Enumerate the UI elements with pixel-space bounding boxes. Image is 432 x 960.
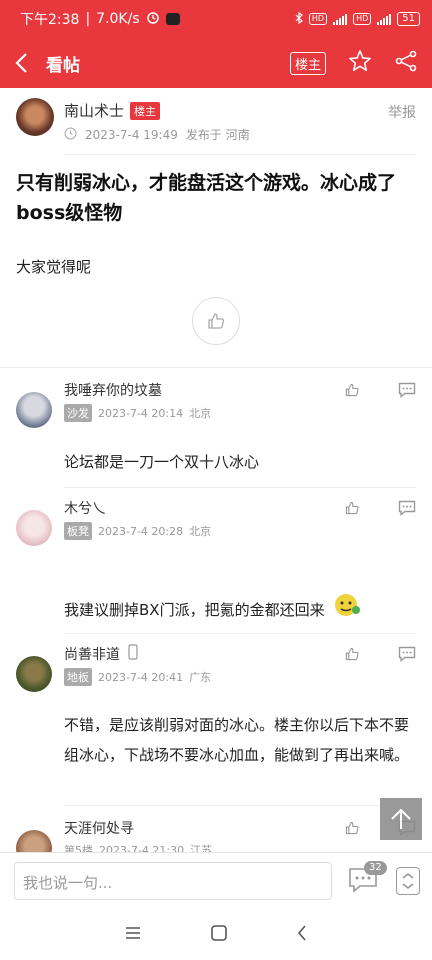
floor-badge: 第5楼 — [64, 844, 93, 852]
thumbs-up-icon[interactable] — [344, 646, 360, 666]
app-notification-icon — [165, 13, 180, 25]
post-body: 大家觉得呢 — [16, 258, 92, 276]
nav-bar: 看帖 楼主 — [0, 38, 432, 88]
emoji-sticker-icon — [333, 592, 361, 627]
alarm-icon — [146, 10, 160, 28]
star-icon[interactable] — [348, 49, 372, 77]
post-location: 发布于 河南 — [185, 128, 250, 142]
comment-bar: 我也说一句... 32 — [0, 852, 432, 910]
reply-date: 2023-7-4 21:30 — [99, 843, 185, 853]
status-bar: 下午2:38 | 7.0K/s HD HD 51 — [0, 0, 432, 38]
floor-badge: 地板 — [64, 668, 92, 686]
post-date: 2023-7-4 19:49 — [85, 127, 178, 142]
reply-username[interactable]: 我唾弃你的坟墓 — [64, 380, 162, 400]
like-button[interactable] — [192, 297, 240, 345]
only-author-button[interactable]: 楼主 — [289, 51, 326, 75]
scroll-to-top-button[interactable] — [380, 798, 422, 840]
list-item: 我唾弃你的坟墓 沙发 2023-7-4 20:14 北京 论坛都是一刀一个双十八… — [0, 368, 432, 488]
thumbs-up-icon[interactable] — [344, 820, 360, 840]
list-item: 天涯何处寻 第5楼 2023-7-4 21:30 江苏 — [0, 806, 432, 852]
signal-icon-2 — [377, 13, 392, 25]
page-title: 看帖 — [46, 55, 80, 76]
expand-icon[interactable] — [396, 867, 420, 895]
avatar[interactable] — [16, 392, 52, 428]
signal-icon-1 — [333, 13, 348, 25]
reply-location: 江苏 — [190, 844, 213, 852]
reply-date: 2023-7-4 20:41 — [98, 670, 184, 684]
avatar[interactable] — [16, 98, 54, 136]
arrow-up-icon — [391, 808, 411, 829]
reply-location: 广东 — [189, 671, 212, 684]
author-tag: 楼主 — [130, 101, 161, 120]
comment-icon[interactable] — [398, 500, 416, 520]
list-item: 尚善非道 地板 2023-7-4 20:41 广东 不错，是应该削弱对面的冰心。… — [0, 634, 432, 806]
comment-icon[interactable] — [398, 646, 416, 666]
reply-location: 北京 — [189, 525, 212, 538]
reply-date: 2023-7-4 20:28 — [98, 524, 184, 538]
phone-icon — [128, 644, 138, 664]
thumbs-up-icon[interactable] — [344, 382, 360, 402]
floor-badge: 沙发 — [64, 404, 92, 422]
reply-date: 2023-7-4 20:14 — [98, 406, 184, 420]
hd-icon-2: HD — [353, 13, 372, 25]
thumbs-up-icon[interactable] — [344, 500, 360, 520]
author-name[interactable]: 南山术士 — [64, 100, 124, 121]
reply-username[interactable]: 木兮乀 — [64, 498, 106, 518]
post-header: 南山术士 楼主 2023-7-4 19:49 发布于 河南 举报 — [0, 88, 432, 155]
reply-location: 北京 — [189, 407, 212, 420]
back-icon[interactable] — [296, 924, 308, 946]
bluetooth-icon — [295, 11, 303, 27]
menu-icon[interactable] — [124, 925, 142, 945]
divider — [64, 154, 416, 155]
list-item: 木兮乀 板凳 2023-7-4 20:28 北京 我建议删掉BX门派，把氪的金都… — [0, 488, 432, 634]
comment-count-badge: 32 — [364, 861, 387, 875]
post-title: 只有削弱冰心，才能盘活这个游戏。冰心成了boss级怪物 — [16, 172, 397, 224]
system-nav-bar — [0, 910, 432, 960]
floor-badge: 板凳 — [64, 522, 92, 540]
reply-username[interactable]: 尚善非道 — [64, 644, 120, 664]
home-icon[interactable] — [210, 924, 228, 946]
avatar[interactable] — [16, 510, 52, 546]
battery-icon: 51 — [397, 12, 420, 26]
avatar[interactable] — [16, 830, 52, 852]
network-speed: 7.0K/s — [96, 11, 140, 27]
comment-input[interactable]: 我也说一句... — [14, 862, 332, 900]
reply-text: 论坛都是一刀一个双十八冰心 — [64, 453, 260, 471]
reply-username[interactable]: 天涯何处寻 — [64, 818, 134, 838]
back-arrow-icon[interactable] — [14, 51, 38, 75]
thumbs-up-icon — [208, 313, 225, 329]
status-time: 下午2:38 — [20, 12, 80, 28]
clock-icon — [64, 127, 77, 143]
comment-icon[interactable] — [398, 382, 416, 402]
reply-text: 不错，是应该削弱对面的冰心。楼主你以后下本不要组冰心，下战场不要冰心加血，能做到… — [64, 716, 410, 764]
reply-text: 我建议删掉BX门派，把氪的金都还回来 — [64, 600, 325, 619]
top-header: 下午2:38 | 7.0K/s HD HD 51 看帖 楼主 — [0, 0, 432, 88]
hd-icon: HD — [308, 13, 328, 25]
report-button[interactable]: 举报 — [388, 102, 416, 122]
share-icon[interactable] — [394, 49, 418, 77]
avatar[interactable] — [16, 656, 52, 692]
